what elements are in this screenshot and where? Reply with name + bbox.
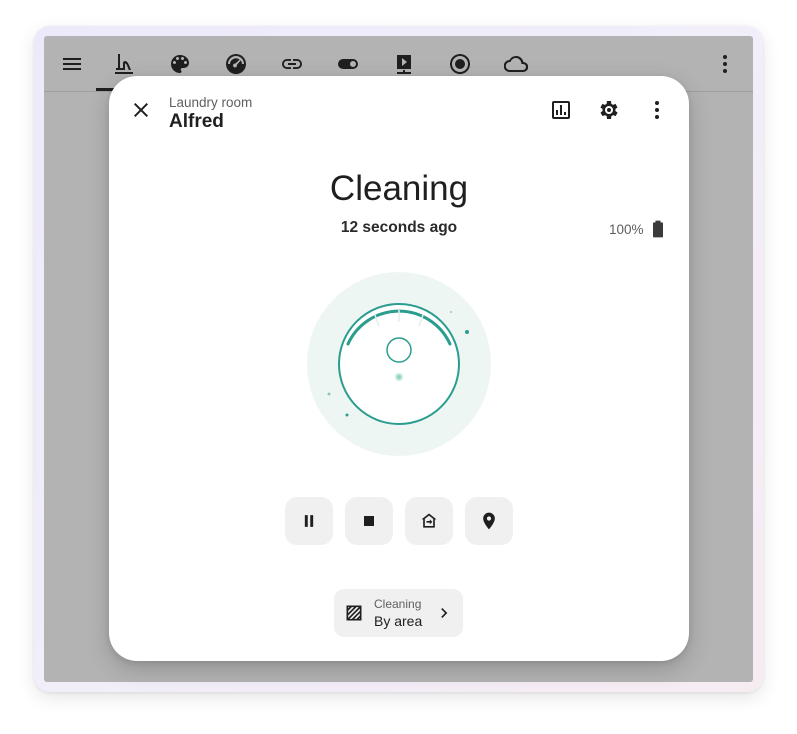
battery-icon [652, 220, 663, 238]
record-icon[interactable] [446, 50, 474, 78]
close-button[interactable] [121, 90, 161, 130]
battery-status[interactable]: 100% [609, 219, 668, 239]
state-text: Cleaning [329, 169, 469, 208]
settings-button[interactable] [589, 90, 629, 130]
return-home-button[interactable] [405, 497, 453, 545]
video-input-icon[interactable] [390, 50, 418, 78]
pause-button[interactable] [285, 497, 333, 545]
more-options-button[interactable] [637, 90, 677, 130]
map-marker-icon [483, 512, 495, 530]
vacuum-controls [285, 497, 513, 545]
cleaning-mode-button[interactable]: Cleaning By area [334, 589, 463, 637]
chevron-right-icon [434, 603, 454, 623]
link-icon[interactable] [278, 50, 306, 78]
stop-button[interactable] [345, 497, 393, 545]
locate-button[interactable] [465, 497, 513, 545]
hatch-area-icon [344, 603, 364, 623]
more-vert-icon[interactable] [711, 50, 739, 78]
menu-icon[interactable] [58, 50, 86, 78]
battery-level: 100% [609, 221, 644, 237]
close-icon [134, 103, 148, 117]
toggle-icon[interactable] [334, 50, 362, 78]
chart-box-icon [552, 101, 570, 119]
history-button[interactable] [541, 90, 581, 130]
more-info-dialog: Laundry room Alfred Cleaning 12 seconds … [109, 76, 689, 661]
mode-label: Cleaning [374, 597, 422, 611]
robot-vacuum-icon[interactable] [110, 50, 138, 78]
last-changed[interactable]: 12 seconds ago [109, 219, 689, 237]
stop-icon [364, 516, 374, 526]
gauge-icon[interactable] [222, 50, 250, 78]
breadcrumb[interactable]: Laundry room [169, 95, 252, 110]
return-home-icon [421, 513, 437, 528]
palette-icon[interactable] [166, 50, 194, 78]
entity-title: Alfred [169, 111, 224, 132]
cloud-icon[interactable] [502, 50, 530, 78]
vacuum-illustration [305, 270, 495, 460]
gear-icon [600, 101, 618, 119]
mode-value: By area [374, 613, 423, 629]
pause-icon [304, 515, 314, 527]
more-vert-icon [655, 101, 659, 119]
